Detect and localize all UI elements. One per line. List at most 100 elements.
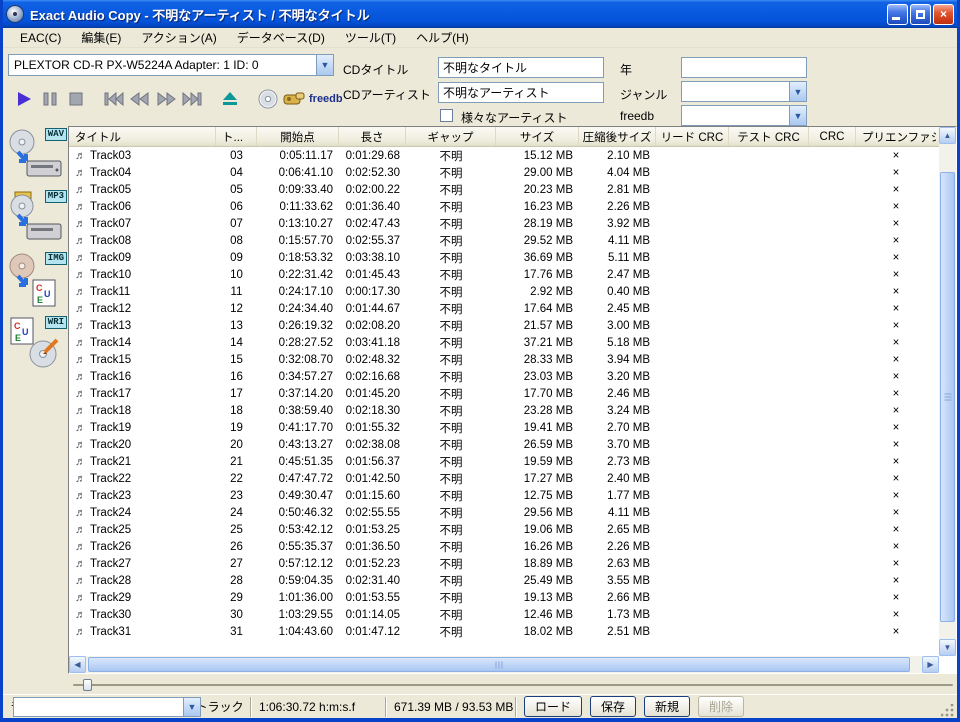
vertical-scroll-thumb[interactable] [940,172,955,622]
table-row[interactable]: ♬Track03030:05:11.170:01:29.68不明15.12 MB… [69,147,939,164]
col-size[interactable]: サイズ [496,127,579,146]
drive-selector[interactable]: PLEXTOR CD-R PX-W5224A Adapter: 1 ID: 0 … [8,54,334,76]
profile-select[interactable]: ▼ [13,697,201,717]
menu-eac[interactable]: EAC(C) [11,29,70,47]
scroll-left-icon[interactable]: ◀ [69,656,86,673]
eject-button[interactable] [217,88,243,110]
skip-back-button[interactable] [101,88,127,110]
table-row[interactable]: ♬Track29291:01:36.000:01:53.55不明19.13 MB… [69,589,939,606]
menu-database[interactable]: データベース(D) [228,27,334,48]
table-row[interactable]: ♬Track15150:32:08.700:02:48.32不明28.33 MB… [69,351,939,368]
table-row[interactable]: ♬Track17170:37:14.200:01:45.20不明17.70 MB… [69,385,939,402]
chevron-down-icon[interactable]: ▼ [183,698,200,716]
horizontal-scrollbar[interactable]: ◀ ▶ [69,656,939,673]
cell-size: 25.49 MB [496,572,579,589]
maximize-button[interactable] [910,4,931,25]
table-row[interactable]: ♬Track19190:41:17.700:01:55.32不明19.41 MB… [69,419,939,436]
table-row[interactable]: ♬Track04040:06:41.100:02:52.30不明29.00 MB… [69,164,939,181]
chevron-down-icon[interactable]: ▼ [316,55,333,75]
cell-pre: × [856,572,936,589]
scroll-up-icon[interactable]: ▲ [939,127,956,144]
table-row[interactable]: ♬Track23230:49:30.470:01:15.60不明12.75 MB… [69,487,939,504]
seek-slider[interactable] [69,679,957,691]
track-title: Track26 [90,541,131,553]
load-button[interactable]: ロード [524,696,582,717]
table-row[interactable]: ♬Track28280:59:04.350:02:31.40不明25.49 MB… [69,572,939,589]
cell-start: 0:24:17.10 [257,283,339,300]
col-track[interactable]: ト... [216,127,257,146]
col-gap[interactable]: ギャップ [406,127,496,146]
table-row[interactable]: ♬Track14140:28:27.520:03:41.18不明37.21 MB… [69,334,939,351]
table-row[interactable]: ♬Track13130:26:19.320:02:08.20不明21.57 MB… [69,317,939,334]
various-artists-checkbox[interactable] [440,109,453,122]
menu-help[interactable]: ヘルプ(H) [407,27,478,48]
freedb-select[interactable]: ▼ [681,105,807,126]
table-row[interactable]: ♬Track18180:38:59.400:02:18.30不明23.28 MB… [69,402,939,419]
sidebar-item-img[interactable]: IMG C U E [7,252,67,308]
table-row[interactable]: ♬Track09090:18:53.320:03:38.10不明36.69 MB… [69,249,939,266]
scroll-down-icon[interactable]: ▼ [939,639,956,656]
col-title[interactable]: タイトル [69,127,216,146]
new-button[interactable]: 新規 [644,696,690,717]
menu-action[interactable]: アクション(A) [132,27,225,48]
save-button[interactable]: 保存 [590,696,636,717]
table-row[interactable]: ♬Track21210:45:51.350:01:56.37不明19.59 MB… [69,453,939,470]
col-read-crc[interactable]: リード CRC [656,127,729,146]
chevron-down-icon[interactable]: ▼ [789,82,806,101]
table-row[interactable]: ♬Track06060:11:33.620:01:36.40不明16.23 MB… [69,198,939,215]
rewind-button[interactable] [127,88,153,110]
table-row[interactable]: ♬Track12120:24:34.400:01:44.67不明17.64 MB… [69,300,939,317]
cell-test_crc [729,555,809,572]
table-row[interactable]: ♬Track07070:13:10.270:02:47.43不明28.19 MB… [69,215,939,232]
col-test-crc[interactable]: テスト CRC [729,127,809,146]
skip-forward-button[interactable] [179,88,205,110]
table-row[interactable]: ♬Track10100:22:31.420:01:45.43不明17.76 MB… [69,266,939,283]
fast-forward-button[interactable] [153,88,179,110]
cell-length: 0:01:52.23 [339,555,406,572]
sidebar-item-mp3[interactable]: MP3 [7,190,67,246]
genre-select[interactable]: ▼ [681,81,807,102]
sidebar-item-wri[interactable]: WRI C U E [7,316,67,372]
play-button[interactable] [11,88,37,110]
col-start[interactable]: 開始点 [257,127,339,146]
resize-grip[interactable] [941,704,955,718]
vertical-scrollbar[interactable]: ▲ ▼ [939,127,956,656]
cd-icon[interactable] [255,88,281,110]
cell-length: 0:01:47.12 [339,623,406,640]
cell-read_crc [656,215,729,232]
table-row[interactable]: ♬Track24240:50:46.320:02:55.55不明29.56 MB… [69,504,939,521]
table-row[interactable]: ♬Track08080:15:57.700:02:55.37不明29.52 MB… [69,232,939,249]
stop-button[interactable] [63,88,89,110]
table-row[interactable]: ♬Track16160:34:57.270:02:16.68不明23.03 MB… [69,368,939,385]
cell-title: ♬Track03 [69,147,216,164]
table-row[interactable]: ♬Track22220:47:47.720:01:42.50不明17.27 MB… [69,470,939,487]
table-row[interactable]: ♬Track20200:43:13.270:02:38.08不明26.59 MB… [69,436,939,453]
table-row[interactable]: ♬Track11110:24:17.100:00:17.30不明2.92 MB0… [69,283,939,300]
table-row[interactable]: ♬Track30301:03:29.550:01:14.05不明12.46 MB… [69,606,939,623]
close-button[interactable]: × [933,4,954,25]
scroll-right-icon[interactable]: ▶ [922,656,939,673]
table-row[interactable]: ♬Track26260:55:35.370:01:36.50不明16.26 MB… [69,538,939,555]
table-row[interactable]: ♬Track27270:57:12.120:01:52.23不明18.89 MB… [69,555,939,572]
col-crc[interactable]: CRC [809,127,856,146]
sidebar-item-wav[interactable]: WAV [7,128,67,184]
freedb-icon[interactable] [281,88,307,110]
menu-tools[interactable]: ツール(T) [336,27,405,48]
table-row[interactable]: ♬Track25250:53:42.120:01:53.25不明19.06 MB… [69,521,939,538]
year-input[interactable] [681,57,807,78]
cell-gap: 不明 [406,504,496,521]
seek-thumb[interactable] [83,679,92,691]
col-preemphasis[interactable]: プリエンファシ [856,127,936,146]
col-csize[interactable]: 圧縮後サイズ [579,127,656,146]
cd-title-input[interactable]: 不明なタイトル [438,57,604,78]
col-length[interactable]: 長さ [339,127,406,146]
minimize-button[interactable] [887,4,908,25]
music-note-icon: ♬ [75,422,86,434]
pause-button[interactable] [37,88,63,110]
horizontal-scroll-thumb[interactable] [88,657,910,672]
table-row[interactable]: ♬Track05050:09:33.400:02:00.22不明20.23 MB… [69,181,939,198]
chevron-down-icon[interactable]: ▼ [789,106,806,125]
menu-edit[interactable]: 編集(E) [72,27,130,48]
table-row[interactable]: ♬Track31311:04:43.600:01:47.12不明18.02 MB… [69,623,939,640]
cd-artist-input[interactable]: 不明なアーティスト [438,82,604,103]
